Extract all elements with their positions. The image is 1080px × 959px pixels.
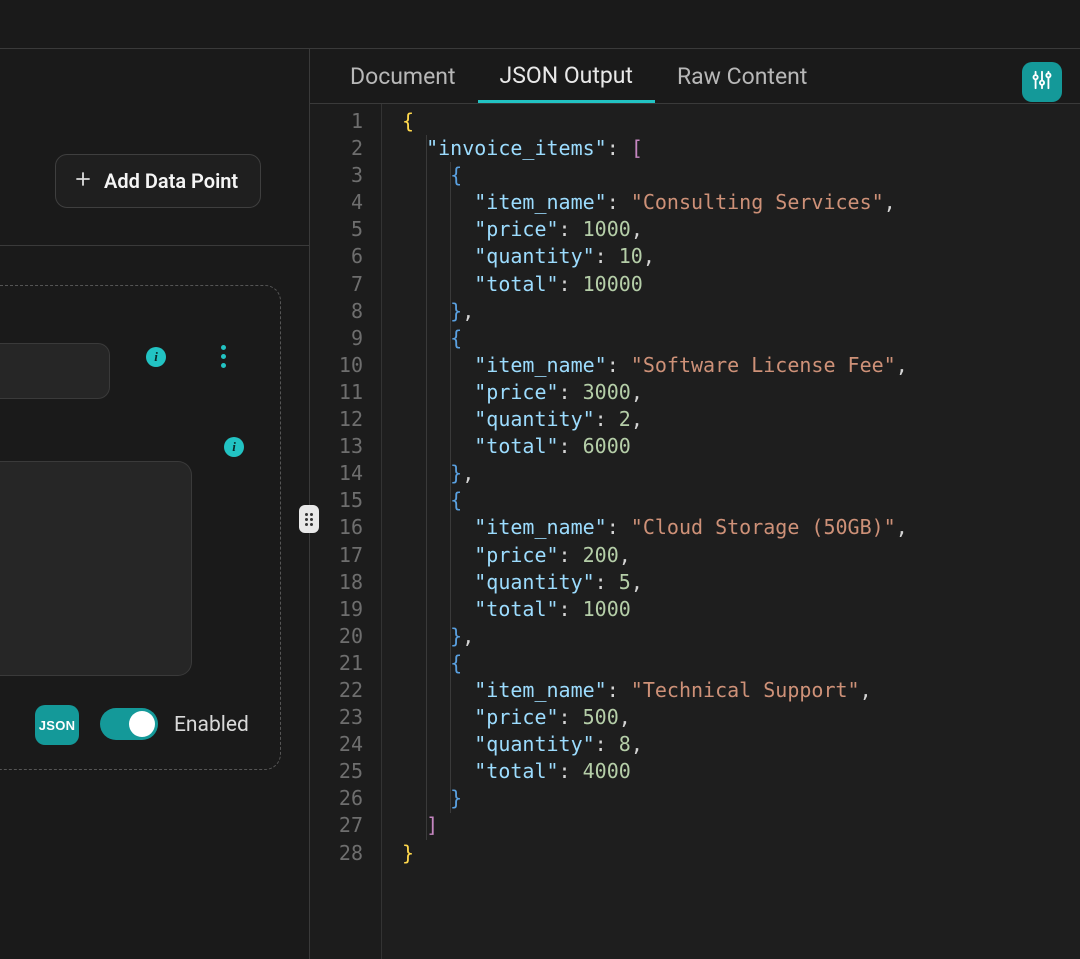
tab-bar: Document JSON Output Raw Content xyxy=(310,50,1080,104)
code-editor[interactable]: 1234567891011121314151617181920212223242… xyxy=(310,104,1080,959)
enabled-toggle[interactable] xyxy=(100,708,158,740)
plus-icon xyxy=(74,169,92,193)
panel-drag-handle[interactable] xyxy=(299,505,319,533)
tab-json-output[interactable]: JSON Output xyxy=(478,50,655,103)
info-icon[interactable]: i xyxy=(224,437,244,457)
json-badge: JSON xyxy=(35,705,79,745)
add-data-point-label: Add Data Point xyxy=(104,169,238,193)
tab-raw-content[interactable]: Raw Content xyxy=(655,50,829,103)
data-point-textarea[interactable] xyxy=(0,461,192,676)
add-data-point-button[interactable]: Add Data Point xyxy=(55,154,261,208)
code-content: { "invoice_items": [ { "item_name": "Con… xyxy=(382,104,1080,867)
enabled-label: Enabled xyxy=(174,713,249,737)
tab-document[interactable]: Document xyxy=(328,50,478,103)
data-point-field-input[interactable] xyxy=(0,343,110,399)
kebab-menu-icon[interactable] xyxy=(213,342,233,370)
line-number-gutter: 1234567891011121314151617181920212223242… xyxy=(310,104,382,959)
info-icon[interactable]: i xyxy=(146,347,166,367)
